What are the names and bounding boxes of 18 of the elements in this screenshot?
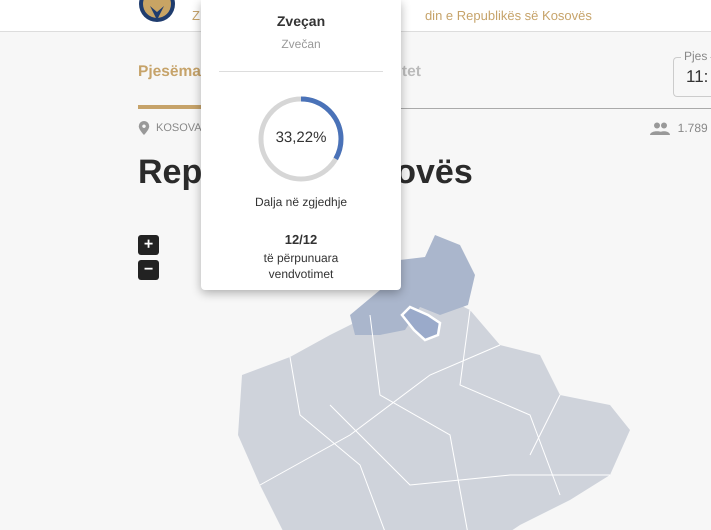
header-title: din e Republikës së Kosovës [424,8,592,23]
region-name: Zveçan [276,13,326,29]
turnout-caption: Dalja në zgjedhje [254,194,348,210]
voter-count: 1.789 [678,121,708,135]
zoom-in-button[interactable]: + [138,235,159,255]
field-value: 11: [686,67,708,87]
location-label: KOSOVA [156,122,202,134]
stations-count: 12/12 [284,232,318,247]
field-label: Pjes [681,49,710,63]
zoom-out-button[interactable]: − [138,260,159,280]
region-alt-name: Zvečan [281,37,321,51]
emblem-icon [138,0,176,24]
header-title: Z [192,8,200,23]
stations-caption: të përpunuara vendvotimet [262,250,340,282]
page-heading: Rep [138,152,202,192]
people-icon [650,122,670,134]
pin-icon [138,121,150,135]
turnout-value: 33,22% [274,129,328,146]
